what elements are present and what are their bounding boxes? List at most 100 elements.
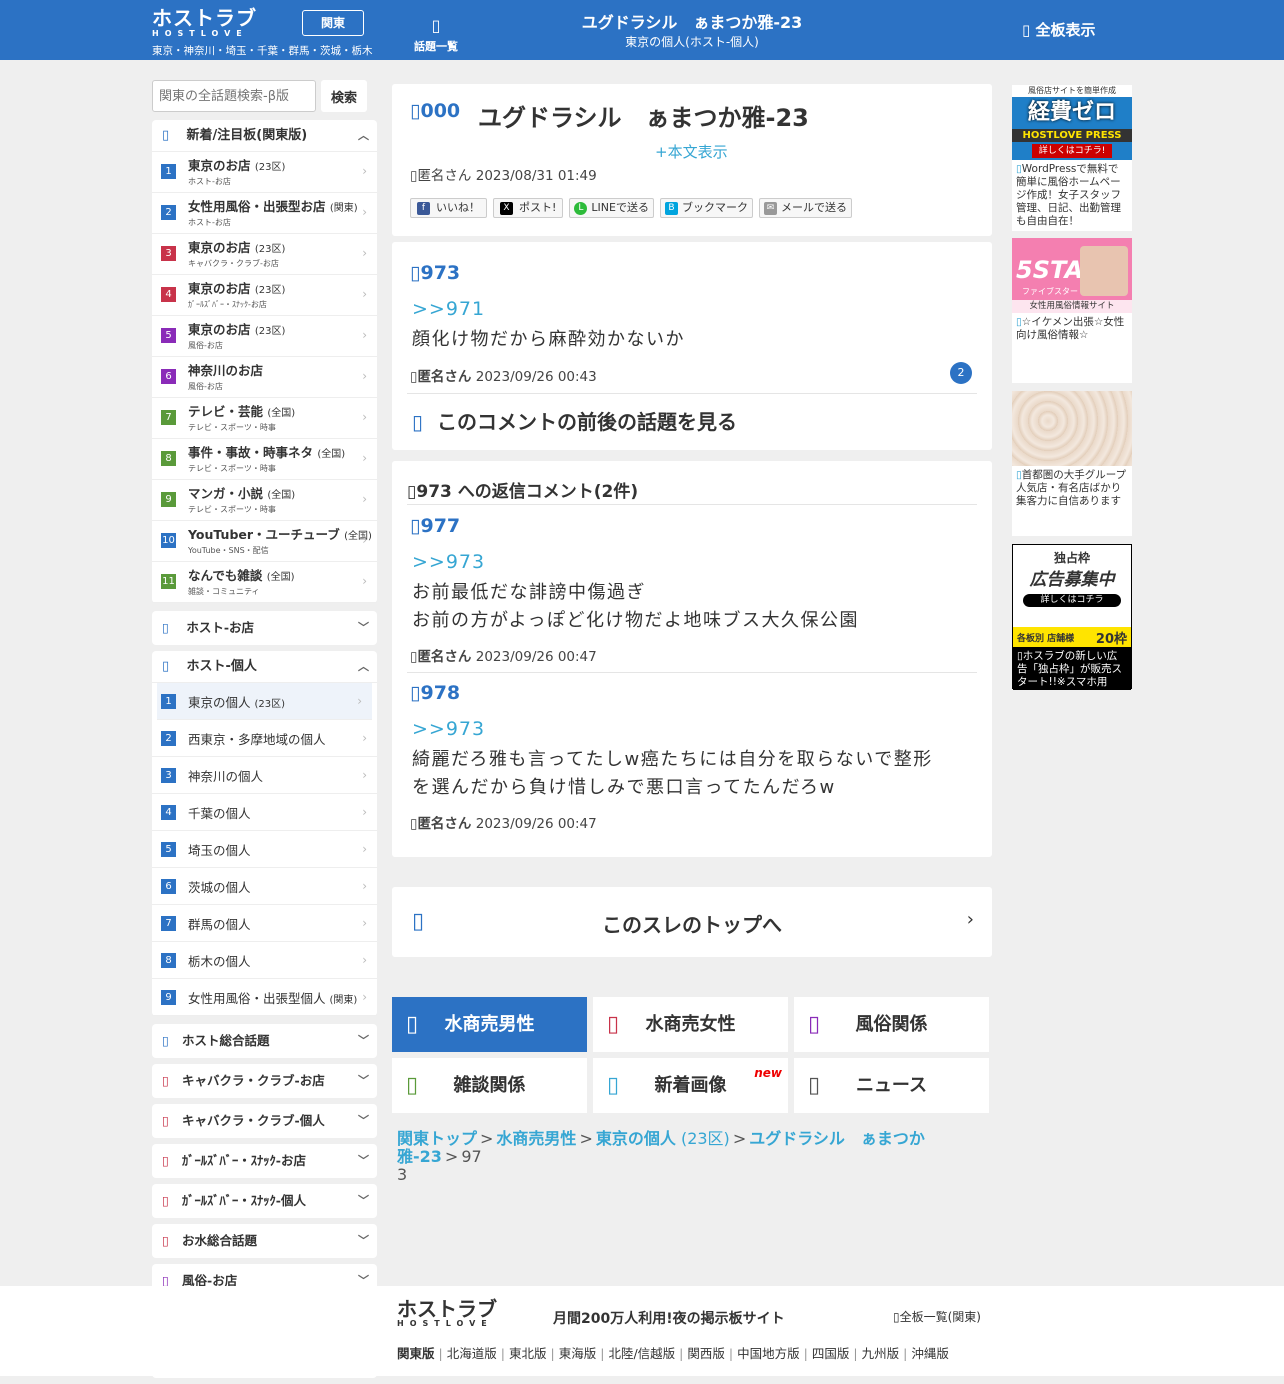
- footer-region-link[interactable]: 関西版: [687, 1346, 725, 1361]
- host-personal-panel-header[interactable]: ▯ ホスト-個人 ︿: [152, 651, 377, 683]
- ad-5star[interactable]: 5STAR ファイブスター 女性用風俗情報サイト ▯☆イケメン出張☆女性向け風俗…: [1012, 238, 1132, 383]
- collapsed-panel[interactable]: ▯ ｶﾞｰﾙｽﾞﾊﾞｰ・ｽﾅｯｸ-お店 ﹀: [152, 1144, 377, 1178]
- footer-region-link[interactable]: 九州版: [862, 1346, 900, 1361]
- sidebar: 検索 ▯ 新着/注目板(関東版) ︿ 1東京のお店 (23区)ホスト-お店›2女…: [152, 80, 377, 1384]
- featured-item[interactable]: 8 事件・事故・時事ネタ (全国) テレビ・スポーツ・時事 ›: [152, 439, 377, 480]
- category-tile[interactable]: ▯ 新着画像 new: [593, 1058, 788, 1113]
- breadcrumb-board[interactable]: 東京の個人 (23区): [596, 1129, 730, 1148]
- topics-list-button[interactable]: ▯ 話題一覧: [410, 14, 462, 54]
- comment-number[interactable]: ▯973: [410, 262, 460, 284]
- host-personal-item[interactable]: 3 神奈川の個人 ›: [152, 757, 377, 794]
- host-personal-item[interactable]: 4 千葉の個人 ›: [152, 794, 377, 831]
- footer-region-link[interactable]: 北海道版: [447, 1346, 497, 1361]
- host-personal-item[interactable]: 9 女性用風俗・出張型個人 (関東) ›: [152, 979, 377, 1016]
- footer-region-link[interactable]: 東北版: [509, 1346, 547, 1361]
- reply-number[interactable]: ▯978: [410, 682, 460, 704]
- region-button[interactable]: 関東: [302, 10, 364, 36]
- separator: |: [853, 1346, 858, 1361]
- x-post-button[interactable]: X ポスト!: [493, 198, 564, 218]
- featured-item[interactable]: 6 神奈川のお店 風俗-お店 ›: [152, 357, 377, 398]
- featured-panel-header[interactable]: ▯ 新着/注目板(関東版) ︿: [152, 120, 377, 152]
- chevron-down-icon: ﹀: [358, 1234, 369, 1247]
- featured-item-label: 事件・事故・時事ネタ (全国): [188, 445, 346, 460]
- reply-number[interactable]: ▯977: [410, 515, 460, 537]
- search-button[interactable]: 検索: [321, 80, 367, 112]
- hatena-bookmark-button[interactable]: B ブックマーク: [659, 198, 753, 218]
- thread-card: ▯000 ユグドラシル ぁまつか雅-23 +本文表示 ▯匿名さん 2023/08…: [392, 84, 992, 236]
- host-personal-item-label: 千葉の個人: [188, 806, 251, 821]
- featured-item[interactable]: 7 テレビ・芸能 (全国) テレビ・スポーツ・時事 ›: [152, 398, 377, 439]
- collapsed-panel[interactable]: ▯ ホスト総合話題 ﹀: [152, 1024, 377, 1058]
- mail-share-button[interactable]: ✉ メールで送る: [758, 198, 852, 218]
- host-personal-item[interactable]: 2 西東京・多摩地域の個人 ›: [152, 720, 377, 757]
- reply-body: 綺麗だろ雅も言ってたしw癌たちには自分を取らないで整形 を選んだから負け惜しみで悪…: [412, 749, 933, 798]
- footer-region-link[interactable]: 四国版: [812, 1346, 850, 1361]
- ad-exclusive-slot[interactable]: 独占枠 広告募集中 詳しくはコチラ 各板別 店舗様 20枠 ▯ホスラブの新しい広…: [1012, 544, 1132, 690]
- featured-item[interactable]: 9 マンガ・小説 (全国) テレビ・スポーツ・時事 ›: [152, 480, 377, 521]
- facebook-like-button[interactable]: f いいね！: [410, 198, 487, 218]
- collapsed-panel[interactable]: ▯ キャバクラ・クラブ-個人 ﹀: [152, 1104, 377, 1138]
- footer-region-link[interactable]: 沖縄版: [911, 1346, 949, 1361]
- host-personal-item[interactable]: 6 茨城の個人 ›: [152, 868, 377, 905]
- featured-item[interactable]: 4 東京のお店 (23区) ｶﾞｰﾙｽﾞﾊﾞｰ・ｽﾅｯｸ-お店 ›: [152, 275, 377, 316]
- host-personal-item[interactable]: 8 栃木の個人 ›: [152, 942, 377, 979]
- post-icon: ▯: [410, 515, 421, 537]
- new-badge: new: [754, 1066, 782, 1080]
- site-footer: ホストラブ HOSTLOVE 月間200万人利用!夜の掲示板サイト ▯全板一覧(…: [0, 1286, 1284, 1376]
- host-personal-item[interactable]: 5 埼玉の個人 ›: [152, 831, 377, 868]
- reply-anchor-link[interactable]: >>973: [412, 718, 485, 740]
- comment-anchor-link[interactable]: >>971: [412, 298, 485, 320]
- main-content: ▯000 ユグドラシル ぁまつか雅-23 +本文表示 ▯匿名さん 2023/08…: [392, 84, 992, 1184]
- host-personal-item-label: 埼玉の個人: [188, 843, 251, 858]
- area-list: 東京・神奈川・埼玉・千葉・群馬・茨城・栃木: [152, 45, 373, 57]
- collapsed-panel[interactable]: ▯ お水総合話題 ﹀: [152, 1224, 377, 1258]
- featured-item[interactable]: 2 女性用風俗・出張型お店 (関東) ホスト-お店 ›: [152, 193, 377, 234]
- rank-badge: 11: [161, 574, 176, 589]
- footer-logo[interactable]: ホストラブ HOSTLOVE: [397, 1299, 497, 1328]
- featured-item[interactable]: 10 YouTuber・ユーチューブ (全国) YouTube・SNS・配信 ›: [152, 521, 377, 562]
- category-tile[interactable]: ▯ 水商売男性: [392, 997, 587, 1052]
- site-logo[interactable]: ホストラブ HOSTLOVE: [152, 8, 292, 39]
- context-link[interactable]: ▯ このコメントの前後の話題を見る: [412, 406, 737, 435]
- host-personal-item[interactable]: 1 東京の個人 (23区) ›: [157, 683, 372, 720]
- category-tile[interactable]: ▯ 水商売女性: [593, 997, 788, 1052]
- chevron-right-icon: ›: [362, 492, 367, 506]
- footer-region-link[interactable]: 中国地方版: [737, 1346, 800, 1361]
- featured-item[interactable]: 3 東京のお店 (23区) キャバクラ・クラブ-お店 ›: [152, 234, 377, 275]
- ad-text: ▯ホスラブの新しい広告「独占枠」が販売スタート!!※スマホ用: [1013, 647, 1131, 690]
- footer-all-boards-link[interactable]: ▯全板一覧(関東): [893, 1308, 981, 1325]
- expand-body-link[interactable]: +本文表示: [655, 141, 728, 162]
- featured-item[interactable]: 11 なんでも雑談 (全国) 雑談・コミュニティ ›: [152, 562, 377, 603]
- footer-region-link[interactable]: 東海版: [559, 1346, 597, 1361]
- featured-list: 1 東京のお店 (23区) ホスト-お店 › 2 女性用風俗・出張型お店 (関東) ホスト-…: [152, 152, 377, 603]
- chevron-right-icon: ›: [362, 916, 367, 930]
- featured-item[interactable]: 1 東京のお店 (23区) ホスト-お店 ›: [152, 152, 377, 193]
- host-personal-item[interactable]: 7 群馬の個人 ›: [152, 905, 377, 942]
- category-tile[interactable]: ▯ 雑談関係: [392, 1058, 587, 1113]
- breadcrumb-category[interactable]: 水商売男性: [496, 1129, 576, 1148]
- chevron-down-icon: ﹀: [358, 1194, 369, 1207]
- thread-top-link[interactable]: ▯ このスレのトップへ ›: [392, 887, 992, 957]
- footer-region-link[interactable]: 関東版: [397, 1346, 435, 1361]
- category-tile[interactable]: ▯ ニュース: [794, 1058, 989, 1113]
- featured-item[interactable]: 5 東京のお店 (23区) 風俗-お店 ›: [152, 316, 377, 357]
- collapsed-panel[interactable]: ▯ ｶﾞｰﾙｽﾞﾊﾞｰ・ｽﾅｯｸ-個人 ﹀: [152, 1184, 377, 1218]
- breadcrumb-top[interactable]: 関東トップ: [397, 1129, 477, 1148]
- chevron-up-icon: ︿: [358, 129, 369, 142]
- panel-host-shop[interactable]: ▯ ホスト-お店 ﹀: [152, 611, 377, 645]
- collapsed-panel[interactable]: ▯ キャバクラ・クラブ-お店 ﹀: [152, 1064, 377, 1098]
- line-share-button[interactable]: L LINEで送る: [569, 198, 654, 218]
- footer-region-link[interactable]: 北陸/信越版: [608, 1346, 675, 1361]
- reply-count-badge[interactable]: 2: [950, 362, 972, 384]
- category-tile[interactable]: ▯ 風俗関係: [794, 997, 989, 1052]
- reply-anchor-link[interactable]: >>973: [412, 551, 485, 573]
- all-boards-button[interactable]: ▯ 全板表示: [1022, 19, 1096, 40]
- chevron-right-icon: ›: [362, 164, 367, 178]
- ad-hostlove-press[interactable]: 風俗店サイトを簡単作成 経費ゼロ HOSTLOVE PRESS 詳しくはコチラ!…: [1012, 85, 1132, 231]
- chevron-down-icon: ﹀: [358, 1074, 369, 1087]
- featured-item-category: テレビ・スポーツ・時事: [188, 505, 276, 514]
- search-input[interactable]: [152, 80, 316, 112]
- divider: [407, 393, 977, 394]
- board-icon: ▯: [162, 1073, 169, 1088]
- ad-group[interactable]: ▯首都圏の大手グループ人気店・有名店ばかり 集客力に自信あります: [1012, 391, 1132, 536]
